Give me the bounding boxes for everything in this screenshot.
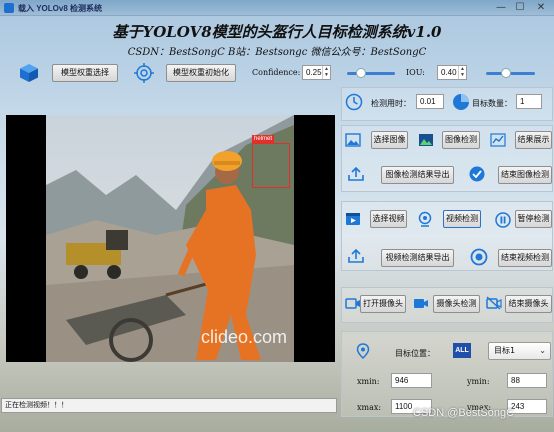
count-value: 1 <box>516 94 542 109</box>
xmin-label: xmin: <box>357 377 380 386</box>
check-circle-icon <box>469 166 485 182</box>
page-subtitle: CSDN：BestSongC B站：Bestsongc 微信公众号：BestSo… <box>127 47 427 58</box>
camera-detect-icon <box>414 299 428 308</box>
export-icon <box>348 167 364 181</box>
chevron-down-icon: ⌄ <box>539 346 546 355</box>
cube-icon <box>20 64 38 82</box>
camera-off-icon <box>486 296 502 310</box>
video-file-icon <box>346 213 360 225</box>
location-pin-icon <box>356 343 370 359</box>
close-button[interactable]: ✕ <box>534 2 548 14</box>
all-badge-icon: ALL <box>453 343 471 358</box>
confidence-slider[interactable] <box>347 68 395 78</box>
iou-spinbox[interactable]: 0.40 ▲ ▼ <box>437 65 467 80</box>
model-select-button[interactable]: 模型权重选择 <box>52 64 118 82</box>
time-value: 0.01 <box>416 94 444 109</box>
pie-chart-icon <box>453 94 469 110</box>
spin-arrows-icon[interactable]: ▲ ▼ <box>322 66 330 79</box>
ymin-field: 88 <box>507 373 547 388</box>
status-bar: 正在检测视频！！！ <box>1 398 337 413</box>
close-camera-button[interactable]: 结束摄像头 <box>505 295 552 313</box>
detection-box-label: helmet <box>252 135 275 143</box>
show-result-button[interactable]: 结果展示 <box>515 131 552 149</box>
confidence-label: Confidence: <box>252 68 301 77</box>
target-position-label: 目标位置： <box>395 349 435 358</box>
camera-detect-button[interactable]: 摄像头检测 <box>433 295 480 313</box>
video-display: helmet clideo.com <box>6 115 335 362</box>
ymin-label: ymin: <box>467 377 490 386</box>
open-camera-button[interactable]: 打开摄像头 <box>360 295 406 313</box>
webcam-icon <box>418 211 432 227</box>
clock-icon <box>345 93 363 111</box>
confidence-spinbox[interactable]: 0.25 ▲ ▼ <box>302 65 331 80</box>
detection-box: helmet <box>252 135 290 188</box>
app-icon <box>4 3 14 13</box>
end-video-detect-button[interactable]: 结束视频检测 <box>498 249 552 267</box>
export-video-result-button[interactable]: 视频检测结果导出 <box>381 249 454 267</box>
video-detect-button[interactable]: 视频检测 <box>443 210 481 228</box>
select-video-button[interactable]: 选择视频 <box>370 210 407 228</box>
xmin-field: 946 <box>391 373 432 388</box>
target-select[interactable]: 目标1 ⌄ <box>488 342 551 360</box>
export-icon <box>348 249 364 263</box>
export-image-result-button[interactable]: 图像检测结果导出 <box>381 166 454 184</box>
window-title-bar: 载入 YOLOv8 检测系统 — ☐ ✕ <box>0 0 554 16</box>
end-image-detect-button[interactable]: 结束图像检测 <box>498 166 552 184</box>
count-label: 目标数量： <box>472 99 512 108</box>
xmax-label: xmax: <box>357 403 382 412</box>
image-icon <box>345 133 361 147</box>
video-watermark: clideo.com <box>201 327 288 347</box>
iou-slider[interactable] <box>486 68 535 78</box>
camera-icon <box>345 298 360 309</box>
target-icon <box>134 63 154 83</box>
line-chart-icon <box>490 133 506 147</box>
footer-watermark: CSDN @BestSongC <box>413 407 515 419</box>
confidence-slider-handle[interactable] <box>356 68 366 78</box>
image-detect-icon <box>419 134 433 146</box>
iou-label: IOU: <box>406 68 425 77</box>
pause-icon <box>495 212 511 228</box>
window-title: 载入 YOLOv8 检测系统 <box>18 4 103 13</box>
spin-arrows-icon[interactable]: ▲ ▼ <box>458 66 466 79</box>
pause-detect-button[interactable]: 暂停检测 <box>515 210 552 228</box>
model-init-button[interactable]: 模型权重初始化 <box>166 64 236 82</box>
detection-frame: helmet <box>46 115 294 362</box>
time-label: 检测用时： <box>371 99 411 108</box>
iou-slider-handle[interactable] <box>501 68 511 78</box>
page-title: 基于YOLOV8模型的头盔行人目标检测系统v1.0 <box>112 23 442 41</box>
image-detect-button[interactable]: 图像检测 <box>442 131 480 149</box>
maximize-button[interactable]: ☐ <box>513 2 527 14</box>
minimize-button[interactable]: — <box>494 2 508 14</box>
stop-circle-icon <box>470 248 488 266</box>
select-image-button[interactable]: 选择图像 <box>371 131 408 149</box>
